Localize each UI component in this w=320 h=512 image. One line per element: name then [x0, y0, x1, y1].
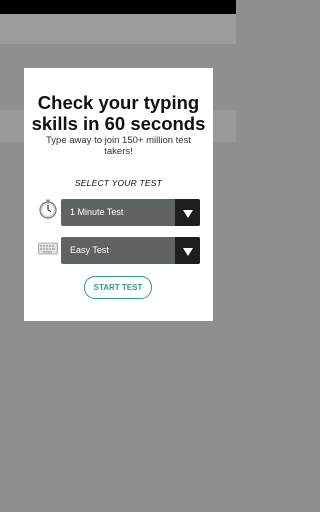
- difficulty-select-value: Easy Test: [70, 245, 109, 255]
- dialog-title: Check your typing skills in 60 seconds: [24, 92, 213, 134]
- chevron-down-icon[interactable]: [175, 199, 200, 226]
- title-line-2: skills in 60 seconds: [31, 113, 206, 134]
- duration-select[interactable]: 1 Minute Test: [61, 199, 200, 226]
- status-bar: [0, 0, 236, 14]
- keyboard-icon: [38, 242, 58, 255]
- title-line-1: Check your typing: [37, 92, 200, 113]
- duration-select-value: 1 Minute Test: [70, 207, 124, 217]
- typing-test-dialog: Check your typing skills in 60 seconds T…: [24, 68, 213, 321]
- stopwatch-icon: [39, 199, 57, 219]
- background-header: [0, 14, 236, 44]
- dialog-subtitle: Type away to join 150+ million test take…: [46, 135, 191, 157]
- select-test-label: SELECT YOUR TEST: [74, 178, 163, 188]
- start-test-button[interactable]: START TEST: [84, 276, 152, 299]
- difficulty-select[interactable]: Easy Test: [61, 237, 200, 264]
- chevron-down-icon[interactable]: [175, 237, 200, 264]
